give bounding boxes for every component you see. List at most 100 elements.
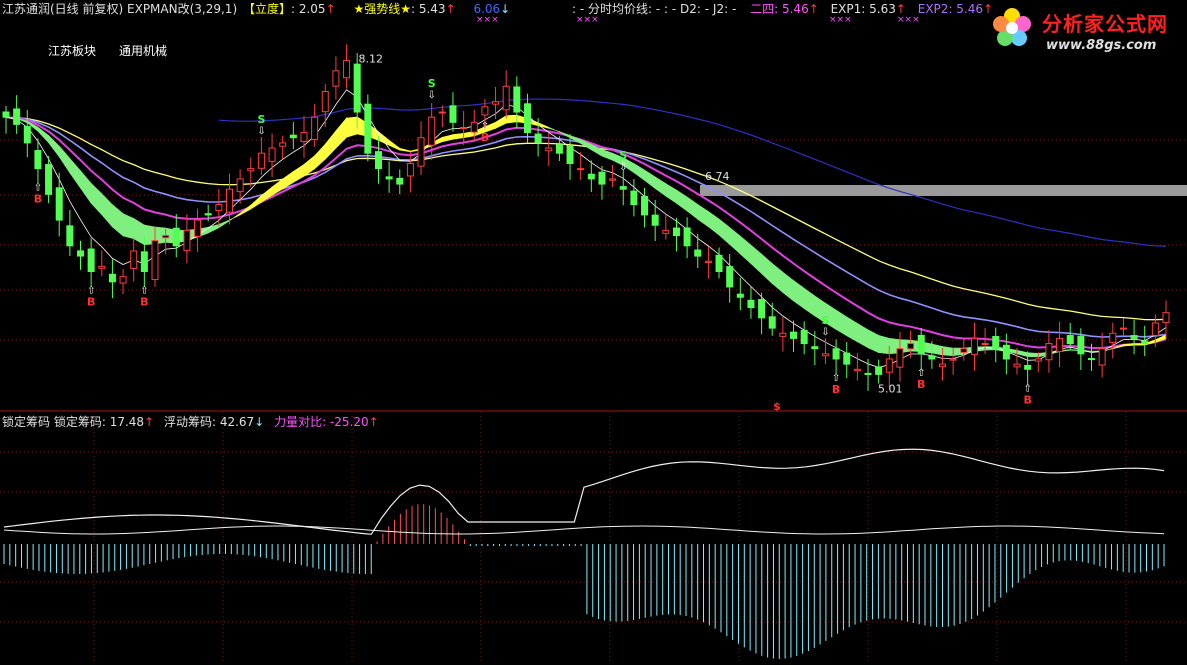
candle-body xyxy=(374,151,382,170)
candle-body xyxy=(1151,322,1159,336)
candle-body xyxy=(470,121,478,133)
candle-body xyxy=(523,103,531,134)
d2-label: : - D2: - J2: - xyxy=(664,2,737,16)
cross-marks: ××× xyxy=(829,15,852,25)
candle-body xyxy=(1045,343,1053,361)
candle-body xyxy=(321,90,329,113)
indicator-name[interactable]: 锁定筹码 xyxy=(2,415,50,429)
trend-band-segment xyxy=(665,183,677,204)
trend-band-segment xyxy=(644,169,656,190)
candle-body xyxy=(236,178,244,193)
trend-band-segment xyxy=(58,145,71,174)
candle-body xyxy=(502,85,510,111)
candle-body xyxy=(811,346,819,350)
candle-body xyxy=(694,249,702,257)
candle-body xyxy=(641,195,649,216)
sell-arrow-icon: ⇩ xyxy=(821,327,829,338)
candle-body xyxy=(981,343,989,346)
trend-band-segment xyxy=(388,139,401,151)
brand-url[interactable]: www.88gs.com xyxy=(1046,38,1156,53)
candle-body xyxy=(1056,337,1064,353)
candle-body xyxy=(98,265,106,269)
candle-body xyxy=(55,187,63,221)
candle-body xyxy=(1088,358,1096,361)
candle-body xyxy=(1002,344,1010,360)
lidu-label: 【立度】 xyxy=(242,2,291,16)
buy-marker: B xyxy=(481,131,489,144)
qiangshi-value: : 5.43 xyxy=(410,2,446,16)
candle-body xyxy=(843,352,851,365)
buy-marker: B xyxy=(832,383,840,396)
trend-band-segment xyxy=(207,224,220,234)
candle-body xyxy=(247,168,255,172)
buy-arrow-icon: ⇧ xyxy=(481,121,489,132)
stock-title[interactable]: 江苏通润(日线 前复权) xyxy=(2,2,123,16)
trend-band-segment xyxy=(292,163,305,183)
trend-band-segment xyxy=(729,226,741,255)
ratio-value: : -25.20 xyxy=(322,415,369,429)
candle-body xyxy=(598,171,606,185)
buy-marker: B xyxy=(917,378,925,391)
candle-body xyxy=(279,142,287,147)
candle-body xyxy=(726,266,734,288)
buy-marker: B xyxy=(1023,393,1031,406)
candle-body xyxy=(23,125,31,144)
candle-body xyxy=(609,178,617,181)
candle-body xyxy=(864,372,872,375)
candle-body xyxy=(1162,312,1170,324)
formula-name[interactable]: EXPMAN改(3,29,1) xyxy=(127,2,237,16)
sell-arrow-icon: ⇩ xyxy=(427,90,435,101)
candle-body xyxy=(300,132,308,143)
trend-band-segment xyxy=(803,287,816,317)
high-price-label: 8.12 xyxy=(359,53,384,66)
cross-marks: ××× xyxy=(897,15,920,25)
up-arrow-icon: ↑ xyxy=(895,2,906,16)
cross-marks: ××× xyxy=(576,15,599,25)
indicator-panel xyxy=(0,412,1187,661)
buy-marker: B xyxy=(140,296,148,309)
candle-body xyxy=(630,190,638,206)
candle-body xyxy=(970,337,978,355)
trend-band-segment xyxy=(112,204,124,237)
buy-arrow-icon: ⇧ xyxy=(917,368,925,379)
cross-marks: ××× xyxy=(476,15,499,25)
candle-body xyxy=(1034,358,1042,362)
sell-marker: S xyxy=(821,314,829,327)
candle-body xyxy=(885,358,893,373)
locked-label: 锁定筹码 xyxy=(53,415,102,429)
trend-band-segment xyxy=(718,218,731,246)
trend-band-segment xyxy=(218,219,230,229)
buy-arrow-icon: ⇧ xyxy=(1023,383,1031,394)
candle-body xyxy=(1141,340,1149,345)
sell-arrow-icon: ⇩ xyxy=(257,126,265,137)
candle-body xyxy=(119,276,127,284)
candle-body xyxy=(790,331,798,339)
candle-body xyxy=(992,336,1000,350)
trend-band-segment xyxy=(654,176,667,197)
indicator-header: 锁定筹码 锁定筹码: 17.48↑ 浮动筹码: 42.67↓ 力量对比: -25… xyxy=(2,415,379,429)
candle-body xyxy=(566,145,574,164)
sell-marker: S xyxy=(619,149,627,162)
signal-marker: $ xyxy=(773,400,781,412)
floating-chip-line xyxy=(3,525,1165,535)
candle-body xyxy=(130,250,138,269)
trend-band-segment xyxy=(441,134,454,143)
candle-body xyxy=(513,86,521,113)
lidu-value: : 2.05 xyxy=(290,2,326,16)
candle-body xyxy=(907,343,915,350)
qiangshi-label: ★强势线★ xyxy=(353,2,411,16)
up-arrow-icon: ↑ xyxy=(445,2,456,16)
candle-body xyxy=(460,126,468,129)
candle-body xyxy=(949,358,957,361)
candle-body xyxy=(672,227,680,237)
short-ma-line xyxy=(5,89,1167,368)
candle-body xyxy=(1119,327,1127,330)
up-arrow-icon: ↑ xyxy=(325,2,336,16)
trend-band-segment xyxy=(324,129,337,160)
floating-label: 浮动筹码 xyxy=(163,415,212,429)
candle-body xyxy=(428,116,436,146)
candle-body xyxy=(1013,363,1021,368)
trend-band-segment xyxy=(601,149,613,161)
candle-body xyxy=(449,105,457,123)
candle-body xyxy=(353,63,361,113)
